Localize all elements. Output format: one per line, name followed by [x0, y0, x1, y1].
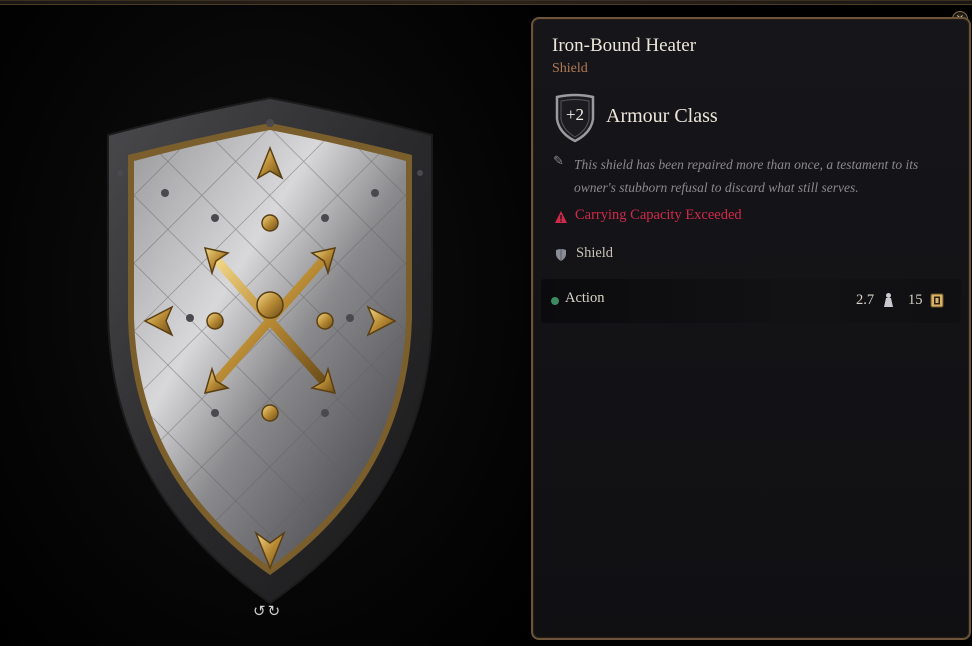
shield-image: [107, 96, 433, 605]
armour-class-value: +2: [565, 105, 585, 124]
weight-value: 2.7: [856, 292, 875, 308]
proficiency-label: Shield: [576, 245, 614, 261]
action-cost-label: Action: [565, 290, 605, 306]
item-type: Shield: [552, 61, 588, 76]
price-value: 15: [908, 292, 923, 308]
item-name: Iron-Bound Heater: [552, 35, 697, 56]
gold-coin-icon: [930, 293, 944, 308]
inspect-screen: ↺↻ × Iron-Bound Heater Shield +2 Armour …: [0, 0, 972, 646]
shield-small-icon: [556, 249, 566, 261]
item-description: This shield has been repaired more than …: [574, 157, 919, 195]
item-preview[interactable]: ↺↻: [0, 5, 530, 646]
armour-class-label: Armour Class: [606, 105, 718, 127]
weight-icon: [884, 293, 893, 307]
carrying-capacity-warning: Carrying Capacity Exceeded: [575, 207, 742, 223]
action-dot-icon: [551, 297, 559, 305]
item-footer: Action 2.7 15: [541, 279, 961, 323]
item-tooltip-panel: Iron-Bound Heater Shield +2 Armour Class…: [531, 17, 971, 640]
warning-triangle-icon: [555, 211, 567, 223]
quill-icon: ✎: [553, 154, 564, 169]
rotate-arrows-icon[interactable]: ↺↻: [253, 602, 289, 622]
